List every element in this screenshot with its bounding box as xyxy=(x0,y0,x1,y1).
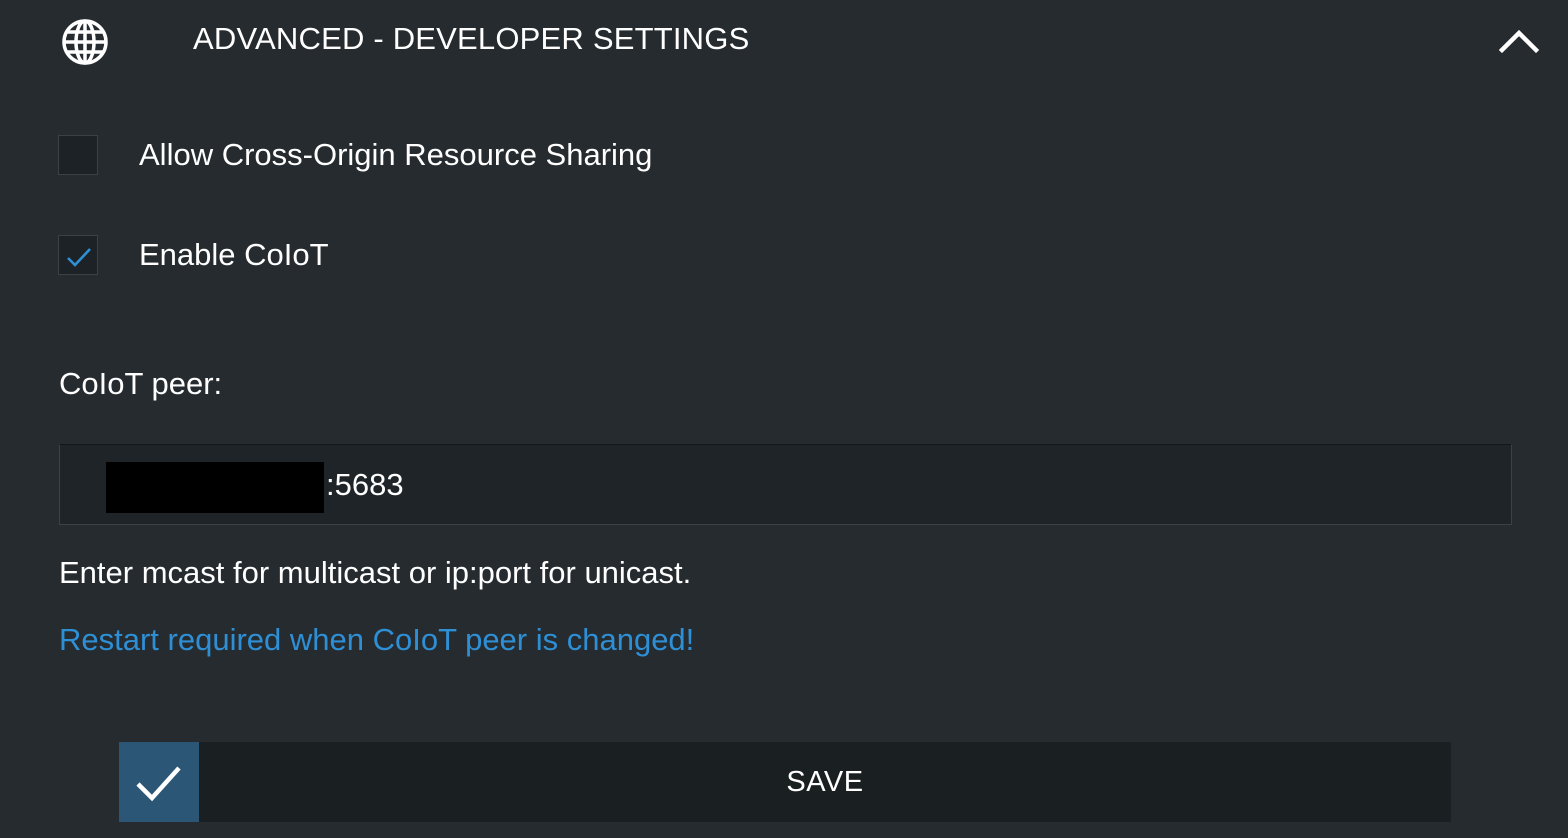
cors-checkbox[interactable] xyxy=(58,135,98,175)
chevron-up-icon[interactable] xyxy=(1498,24,1540,58)
coiot-peer-hint: Enter mcast for multicast or ip:port for… xyxy=(59,555,692,590)
save-check-box xyxy=(119,742,199,822)
developer-settings-panel: ADVANCED - DEVELOPER SETTINGS Allow Cros… xyxy=(0,0,1568,838)
checkmark-icon xyxy=(67,248,91,267)
checkmark-icon xyxy=(136,766,181,802)
coiot-peer-field[interactable] xyxy=(59,444,1512,525)
globe-icon xyxy=(61,18,109,66)
coiot-checkbox[interactable] xyxy=(58,235,98,275)
cors-label: Allow Cross-Origin Resource Sharing xyxy=(139,137,653,172)
save-button[interactable]: SAVE xyxy=(119,742,1451,822)
save-label: SAVE xyxy=(786,766,864,798)
coiot-peer-label: CoIoT peer: xyxy=(59,366,223,401)
cors-option: Allow Cross-Origin Resource Sharing xyxy=(58,133,652,177)
coiot-option: Enable CoIoT xyxy=(58,233,329,277)
restart-warning: Restart required when CoIoT peer is chan… xyxy=(59,622,695,657)
section-title: ADVANCED - DEVELOPER SETTINGS xyxy=(193,21,750,56)
section-header[interactable]: ADVANCED - DEVELOPER SETTINGS xyxy=(0,0,1568,80)
redacted-address xyxy=(106,462,324,513)
coiot-label: Enable CoIoT xyxy=(139,237,329,272)
